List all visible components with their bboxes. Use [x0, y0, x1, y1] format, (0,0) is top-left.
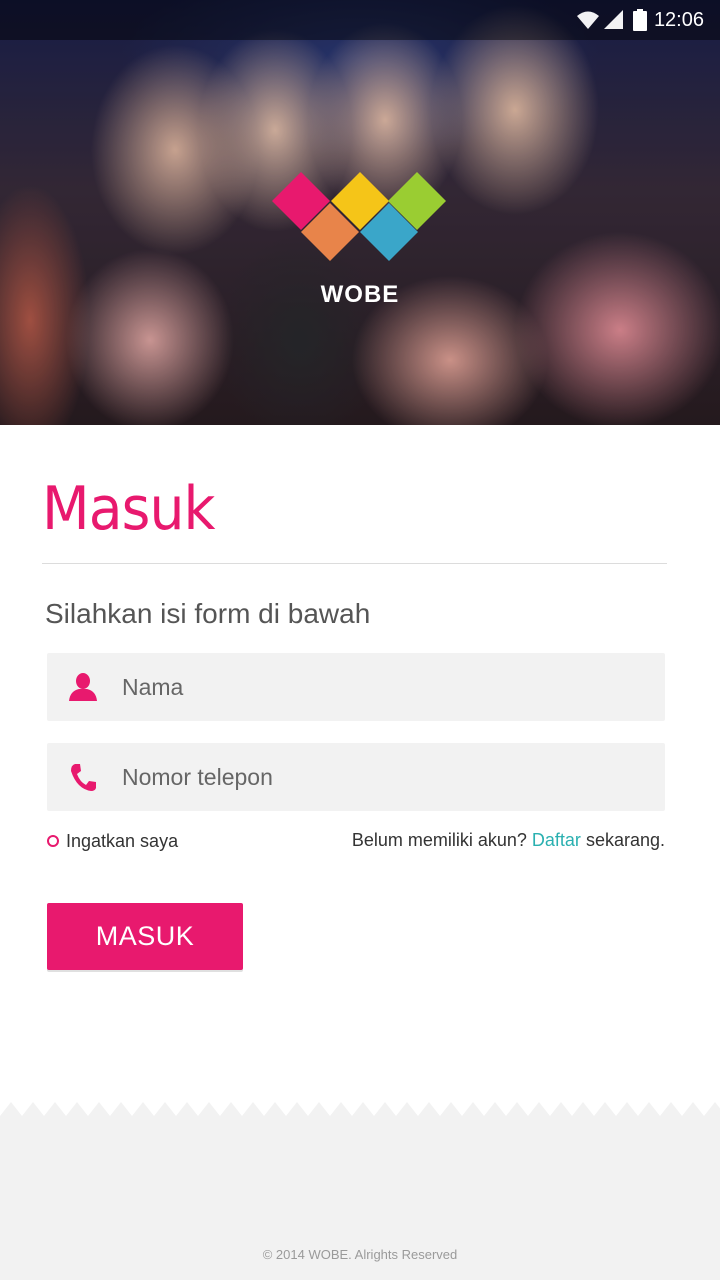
remember-me-option[interactable]: Ingatkan saya: [47, 829, 178, 853]
page-title: Masuk: [42, 474, 215, 544]
signup-prompt: Belum memiliki akun? Daftar sekarang.: [352, 830, 665, 851]
phone-input[interactable]: [122, 743, 652, 811]
signup-link[interactable]: Daftar: [532, 830, 581, 850]
signup-prefix: Belum memiliki akun?: [351, 830, 527, 850]
brand-name: WOBE: [320, 281, 400, 308]
status-time: 12:06: [653, 9, 704, 31]
remember-radio[interactable]: [47, 835, 59, 847]
name-input[interactable]: [122, 653, 652, 721]
phone-field[interactable]: [47, 743, 665, 811]
phone-icon: [71, 764, 96, 791]
brand-logo: WOBE: [272, 172, 448, 308]
status-bar: 12:06: [0, 0, 720, 40]
wifi-icon: [577, 11, 599, 29]
form-subtitle: Silahkan isi form di bawah: [45, 598, 371, 629]
hero-photo: WOBE: [0, 0, 720, 425]
remember-label: Ingatkan saya: [66, 830, 179, 851]
login-button[interactable]: MASUK: [47, 903, 243, 970]
signup-suffix: sekarang.: [585, 830, 665, 850]
copyright-text: © 2014 WOBE. Alrights Reserved: [262, 1247, 458, 1262]
title-divider: [42, 563, 667, 564]
signal-icon: [604, 10, 623, 29]
battery-icon: [633, 9, 647, 31]
name-field[interactable]: [47, 653, 665, 721]
user-icon: [69, 673, 97, 701]
footer: © 2014 WOBE. Alrights Reserved: [0, 1100, 720, 1280]
logo-diamonds-icon: [272, 172, 446, 261]
